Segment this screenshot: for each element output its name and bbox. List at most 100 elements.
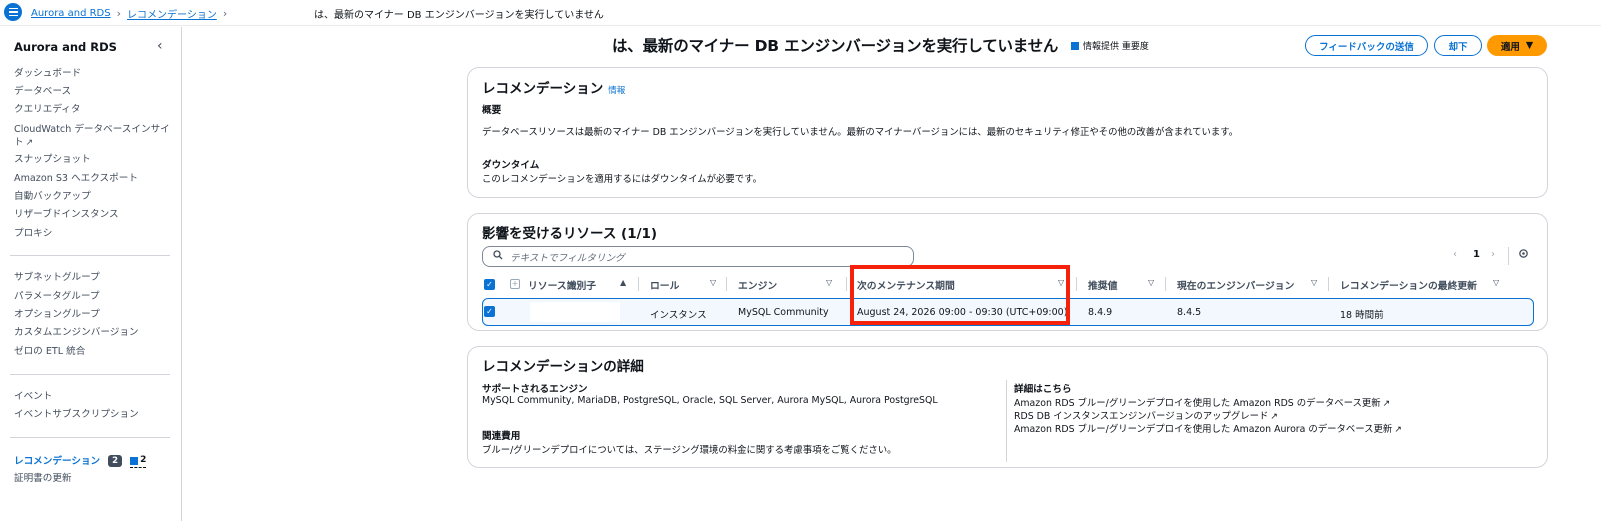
header-last-updated[interactable]: レコメンデーションの最終更新: [1340, 278, 1477, 292]
info-count-badge: 2: [130, 454, 147, 468]
blue-green-aurora-link[interactable]: Amazon RDS ブルー/グリーンデプロイを使用した Amazon Auro…: [1014, 421, 1402, 435]
cell-last-updated: 18 時間前: [1340, 310, 1384, 321]
cell-maintenance-window: August 24, 2026 09:00 - 09:30 (UTC+09:00…: [857, 307, 1068, 318]
supported-engines-text: MySQL Community, MariaDB, PostgreSQL, Or…: [482, 395, 938, 406]
search-icon: [493, 250, 503, 263]
sidebar-item-auto-backups[interactable]: 自動バックアップ: [14, 190, 91, 203]
page-title: は、最新のマイナー DB エンジンバージョンを実行していません: [612, 37, 1059, 55]
select-all-checkbox[interactable]: ✓: [484, 279, 495, 290]
downtime-label: ダウンタイム: [482, 160, 540, 171]
sidebar-item-s3-export[interactable]: Amazon S3 へエクスポート: [14, 172, 138, 185]
sidebar-item-subnet-groups[interactable]: サブネットグループ: [14, 271, 100, 284]
chevron-right-icon: ›: [222, 7, 228, 20]
external-link-icon: ↗: [1394, 425, 1402, 435]
sidebar-item-parameter-groups[interactable]: パラメータグループ: [14, 290, 99, 303]
sort-icon[interactable]: ▽: [1311, 278, 1317, 287]
sidebar-item-recommendations[interactable]: レコメンデーション 2 2: [14, 454, 147, 468]
chevron-right-icon: ›: [116, 7, 122, 20]
column-divider: [638, 277, 639, 291]
column-divider: [1076, 277, 1077, 291]
row-checkbox[interactable]: ✓: [484, 306, 495, 317]
sort-icon[interactable]: ▽: [710, 278, 716, 287]
sidebar-item-custom-engine[interactable]: カスタムエンジンバージョン: [14, 326, 139, 339]
menu-icon[interactable]: [4, 3, 22, 21]
column-divider: [846, 277, 847, 291]
column-divider: [726, 277, 727, 291]
breadcrumb-aurora-rds[interactable]: Aurora and RDS: [31, 8, 111, 19]
recommendation-details-card: レコメンデーションの詳細 サポートされるエンジン MySQL Community…: [467, 346, 1548, 468]
details-title: レコメンデーションの詳細: [482, 359, 644, 375]
breadcrumb: Aurora and RDS › レコメンデーション ›: [31, 6, 227, 21]
sort-icon[interactable]: ▽: [1493, 278, 1499, 287]
sidebar-item-cloudwatch-insights-cont[interactable]: ト ↗: [14, 136, 33, 150]
header-recommended[interactable]: 推奨値: [1088, 278, 1117, 292]
sidebar-item-dashboard[interactable]: ダッシュボード: [14, 67, 81, 80]
sidebar-item-certificate-update[interactable]: 証明書の更新: [14, 472, 72, 485]
sidebar-item-query-editor[interactable]: クエリエディタ: [14, 103, 80, 116]
breadcrumb-recommendations[interactable]: レコメンデーション: [127, 6, 217, 21]
filter-placeholder: テキストでフィルタリング: [510, 252, 625, 264]
blue-green-rds-link[interactable]: Amazon RDS ブルー/グリーンデプロイを使用した Amazon RDS …: [1014, 395, 1390, 409]
details-divider: [1006, 380, 1007, 462]
sidebar-title: Aurora and RDS: [14, 40, 117, 54]
apply-button[interactable]: 適用 ▼: [1487, 35, 1547, 56]
supported-engines-label: サポートされるエンジン: [482, 384, 588, 395]
page-number[interactable]: 1: [1473, 249, 1480, 260]
sort-icon[interactable]: ▽: [1148, 278, 1154, 287]
related-cost-text: ブルー/グリーンデプロイについては、ステージング環境の料金に関する考慮事項をご覧…: [482, 445, 897, 456]
external-link-icon: ↗: [1382, 399, 1391, 409]
prev-page-icon[interactable]: ‹: [1453, 249, 1457, 260]
header-resource-id[interactable]: リソース識別子: [528, 278, 596, 292]
sidebar-divider: [10, 374, 170, 375]
column-divider: [1328, 277, 1329, 291]
sidebar-item-event-subscriptions[interactable]: イベントサブスクリプション: [14, 408, 139, 421]
info-count: 2: [140, 455, 147, 465]
expand-all-icon[interactable]: +: [510, 279, 520, 289]
affected-resources-title: 影響を受けるリソース (1/1): [482, 226, 658, 242]
sidebar-divider: [10, 437, 170, 438]
header-role[interactable]: ロール: [650, 278, 679, 292]
settings-gear-icon[interactable]: [1518, 248, 1529, 262]
sidebar-item-events[interactable]: イベント: [14, 390, 52, 403]
recommendation-card: レコメンデーション 情報 概要 データベースリソースは最新のマイナー DB エンジ…: [467, 67, 1548, 198]
sidebar-item-zero-etl[interactable]: ゼロの ETL 統合: [14, 345, 85, 358]
downtime-text: このレコメンデーションを適用するにはダウンタイムが必要です。: [482, 174, 762, 185]
cell-role: インスタンス: [650, 310, 707, 321]
sidebar: Aurora and RDS ‹ ダッシュボード データベース クエリエディタ …: [0, 27, 182, 521]
apply-label: 適用: [1500, 41, 1520, 53]
column-divider: [1165, 277, 1166, 291]
breadcrumb-current: は、最新のマイナー DB エンジンバージョンを実行していません: [314, 10, 604, 21]
sort-asc-icon[interactable]: ▲: [620, 278, 626, 287]
filter-input[interactable]: テキストでフィルタリング: [482, 246, 914, 267]
recommendation-title: レコメンデーション 情報: [482, 77, 625, 97]
link-label: Amazon RDS ブルー/グリーンデプロイを使用した Amazon Auro…: [1014, 424, 1393, 435]
recommendation-title-text: レコメンデーション: [482, 81, 604, 97]
sidebar-item-reserved-instances[interactable]: リザーブドインスタンス: [14, 208, 119, 221]
info-link[interactable]: 情報: [608, 86, 625, 96]
next-page-icon[interactable]: ›: [1491, 249, 1495, 260]
sidebar-item-databases[interactable]: データベース: [14, 85, 71, 98]
cell-recommended: 8.4.9: [1088, 307, 1113, 318]
sort-icon[interactable]: ▽: [826, 278, 832, 287]
info-square-icon: [130, 456, 139, 465]
sidebar-item-label: ト: [14, 137, 24, 148]
summary-text: データベースリソースは最新のマイナー DB エンジンバージョンを実行していません…: [482, 127, 1239, 138]
sort-icon[interactable]: ▽: [1058, 278, 1064, 287]
sidebar-item-cloudwatch-insights[interactable]: CloudWatch データベースインサイ: [14, 123, 170, 136]
severity-label: 情報提供 重要度: [1083, 42, 1149, 52]
sidebar-divider: [10, 255, 170, 256]
caret-down-icon: ▼: [1525, 40, 1534, 51]
redacted-resource-id: [530, 302, 620, 322]
learn-more-label: 詳細はこちら: [1014, 384, 1072, 395]
send-feedback-button[interactable]: フィードバックの送信: [1305, 35, 1428, 56]
sidebar-item-option-groups[interactable]: オプショングループ: [14, 308, 100, 321]
header-maintenance-window[interactable]: 次のメンテナンス期間: [857, 278, 955, 292]
dismiss-button[interactable]: 却下: [1434, 35, 1482, 56]
sidebar-item-snapshots[interactable]: スナップショット: [14, 153, 91, 166]
engine-upgrade-link[interactable]: RDS DB インスタンスエンジンバージョンのアップグレード ↗: [1014, 408, 1278, 422]
summary-label: 概要: [482, 105, 502, 116]
header-current-version[interactable]: 現在のエンジンバージョン: [1177, 278, 1294, 292]
collapse-sidebar-icon[interactable]: ‹: [157, 38, 163, 54]
sidebar-item-proxies[interactable]: プロキシ: [14, 227, 52, 240]
header-engine[interactable]: エンジン: [738, 278, 777, 292]
